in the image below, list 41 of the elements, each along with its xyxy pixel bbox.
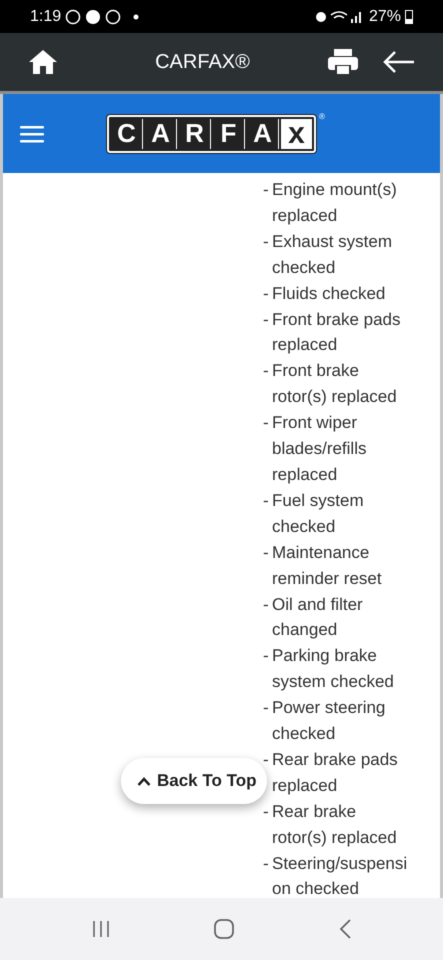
list-dash: - <box>263 179 270 201</box>
list-dash: - <box>263 852 270 875</box>
service-item: Steering/suspension checked <box>272 852 408 900</box>
battery-icon <box>405 9 413 24</box>
service-item: Front brake pads replaced <box>272 308 402 356</box>
home-button-icon[interactable] <box>213 918 236 940</box>
home-icon[interactable] <box>28 49 58 75</box>
list-dash: - <box>263 542 270 564</box>
carfax-logo[interactable]: C A R F A x <box>107 114 316 152</box>
service-item: Fuel system checked <box>272 490 365 538</box>
list-dash: - <box>263 412 270 434</box>
service-item: Maintenance reminder reset <box>272 542 383 590</box>
dot-icon <box>133 14 140 20</box>
list-dash: - <box>263 308 270 331</box>
service-item: Oil and filter changed <box>272 594 364 642</box>
list-dash: - <box>263 360 270 382</box>
status-time: 1:19 <box>30 8 62 26</box>
list-dash: - <box>263 490 270 512</box>
back-arrow-icon[interactable] <box>383 51 415 73</box>
caret-icon <box>137 776 151 786</box>
registered-mark: ® <box>319 112 325 121</box>
list-dash: - <box>263 594 270 616</box>
service-item: Exhaust system checked <box>272 230 393 279</box>
list-dash: - <box>263 697 270 720</box>
service-item: Front wiper blades/refills replaced <box>272 412 368 486</box>
service-item: Rear brake pads replaced <box>272 748 399 797</box>
list-dash: - <box>263 645 270 668</box>
back-icon[interactable] <box>338 918 352 940</box>
service-item: Fluids checked <box>272 282 386 305</box>
list-dash: - <box>263 230 270 253</box>
print-icon[interactable] <box>327 48 359 76</box>
service-item: Parking brake system checked <box>272 645 395 694</box>
battery-percentage: 27% <box>368 8 401 26</box>
menu-icon[interactable] <box>20 124 44 142</box>
app-title: CARFAX® <box>154 50 251 74</box>
list-dash: - <box>263 282 270 305</box>
service-item: Front brake rotor(s) replaced <box>272 360 398 408</box>
service-item: Engine mount(s) replaced <box>272 179 398 227</box>
service-item: Rear brake rotor(s) replaced <box>272 800 398 849</box>
service-item: Power steering checked <box>272 697 386 746</box>
recent-apps-icon[interactable] <box>91 920 112 938</box>
